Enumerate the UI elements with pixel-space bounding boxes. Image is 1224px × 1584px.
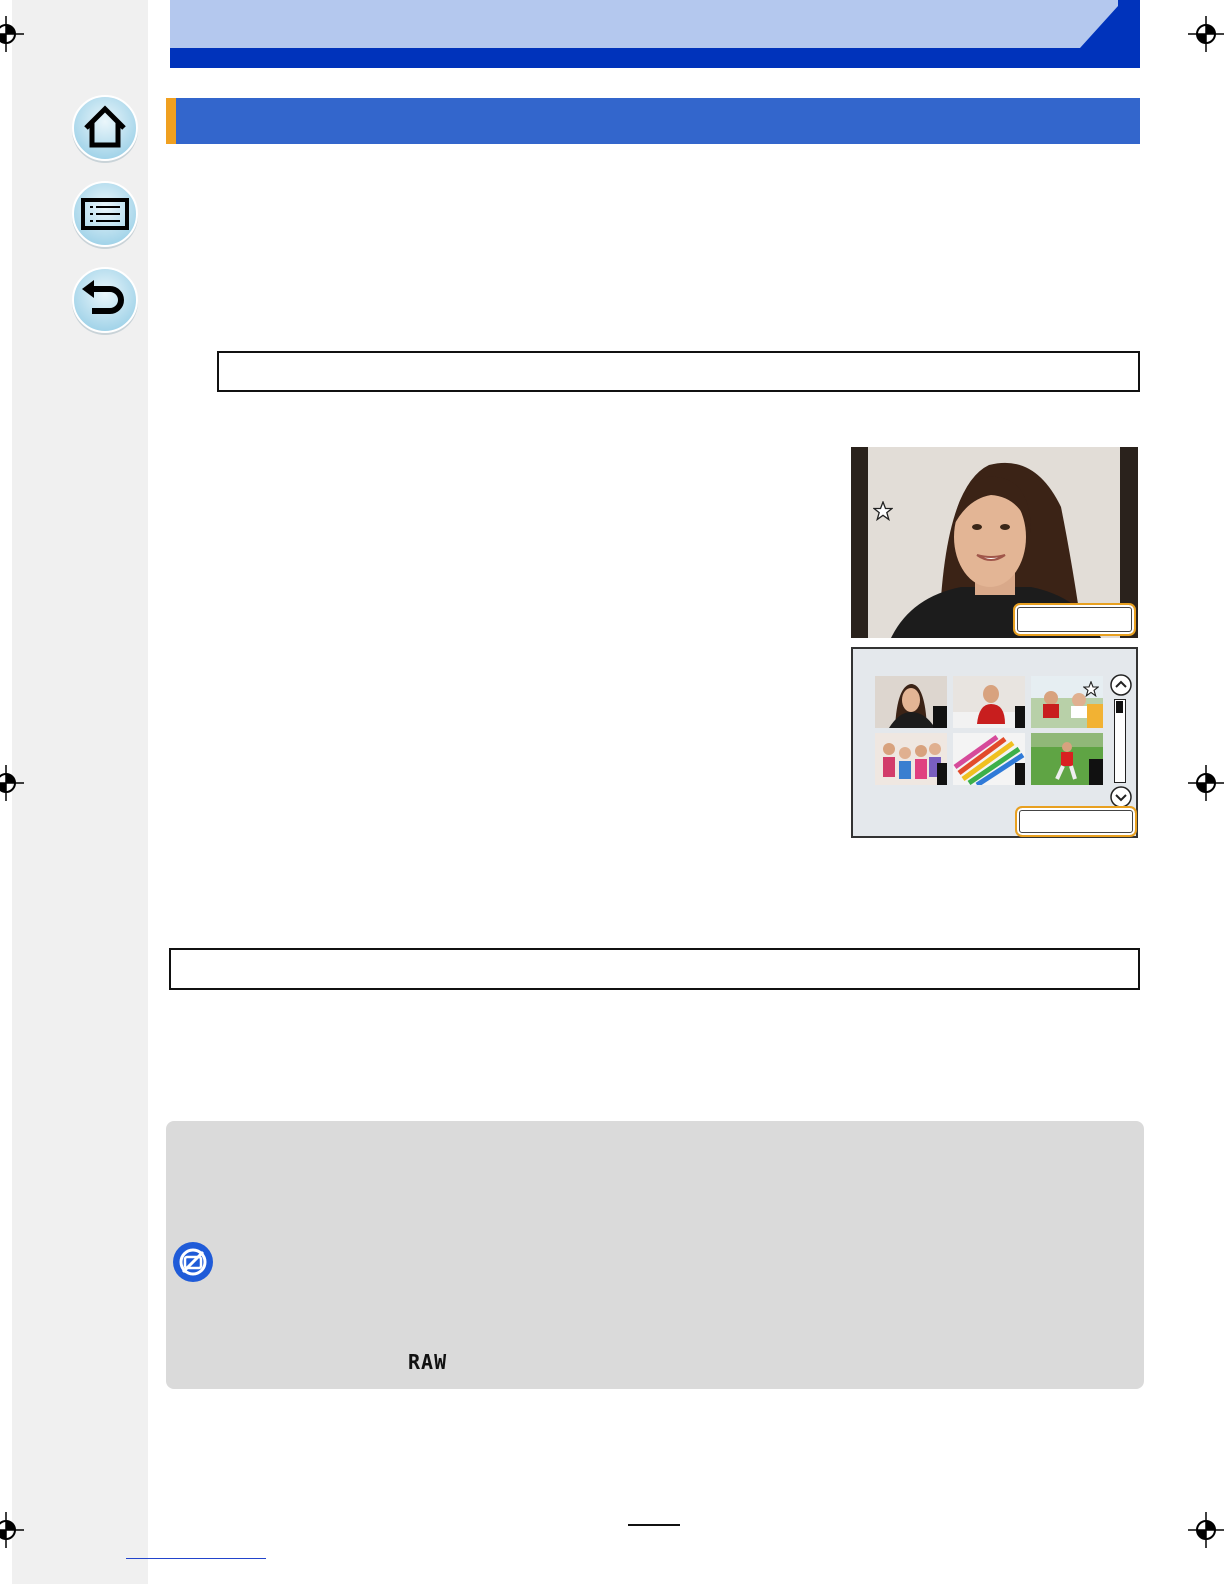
- step-box: [217, 351, 1140, 392]
- thumbnail[interactable]: [875, 733, 947, 785]
- home-button[interactable]: [70, 94, 140, 164]
- chevron-up-icon[interactable]: [1109, 673, 1133, 697]
- thumbnail-playback-screen: [851, 647, 1138, 838]
- thumbnail[interactable]: [875, 676, 947, 728]
- star-outline-icon: [1083, 681, 1099, 697]
- chapter-header-band: [170, 0, 1140, 68]
- registration-mark-icon: [0, 16, 24, 52]
- soft-key-button[interactable]: [1013, 603, 1136, 636]
- star-outline-icon: [873, 501, 893, 521]
- return-icon: [72, 267, 138, 335]
- contents-button[interactable]: [70, 180, 140, 250]
- scrollbar-track[interactable]: [1114, 699, 1126, 783]
- section-heading-accent: [166, 98, 176, 144]
- home-icon: [72, 95, 138, 163]
- soft-key-button[interactable]: [1015, 806, 1137, 837]
- step-box: [169, 948, 1140, 990]
- back-button[interactable]: [70, 266, 140, 336]
- registration-mark-icon: [0, 765, 24, 801]
- registration-mark-icon: [1188, 765, 1224, 801]
- not-available-icon: [173, 1242, 213, 1282]
- note-panel: [166, 1121, 1144, 1389]
- list-icon: [72, 181, 138, 249]
- thumbnail[interactable]: [953, 676, 1025, 728]
- single-playback-screen: [851, 447, 1138, 638]
- raw-quality-label: RAW: [408, 1350, 448, 1374]
- section-heading-bar: [166, 98, 1140, 144]
- registration-mark-icon: [1188, 16, 1224, 52]
- footer-link-underline: [126, 1558, 266, 1559]
- thumbnail[interactable]: [953, 733, 1025, 785]
- registration-mark-icon: [1188, 1512, 1224, 1548]
- registration-mark-icon: [0, 1512, 24, 1548]
- scrollbar-thumb[interactable]: [1116, 701, 1123, 713]
- page-number-rule: [628, 1524, 680, 1526]
- thumbnail[interactable]: [1031, 733, 1103, 785]
